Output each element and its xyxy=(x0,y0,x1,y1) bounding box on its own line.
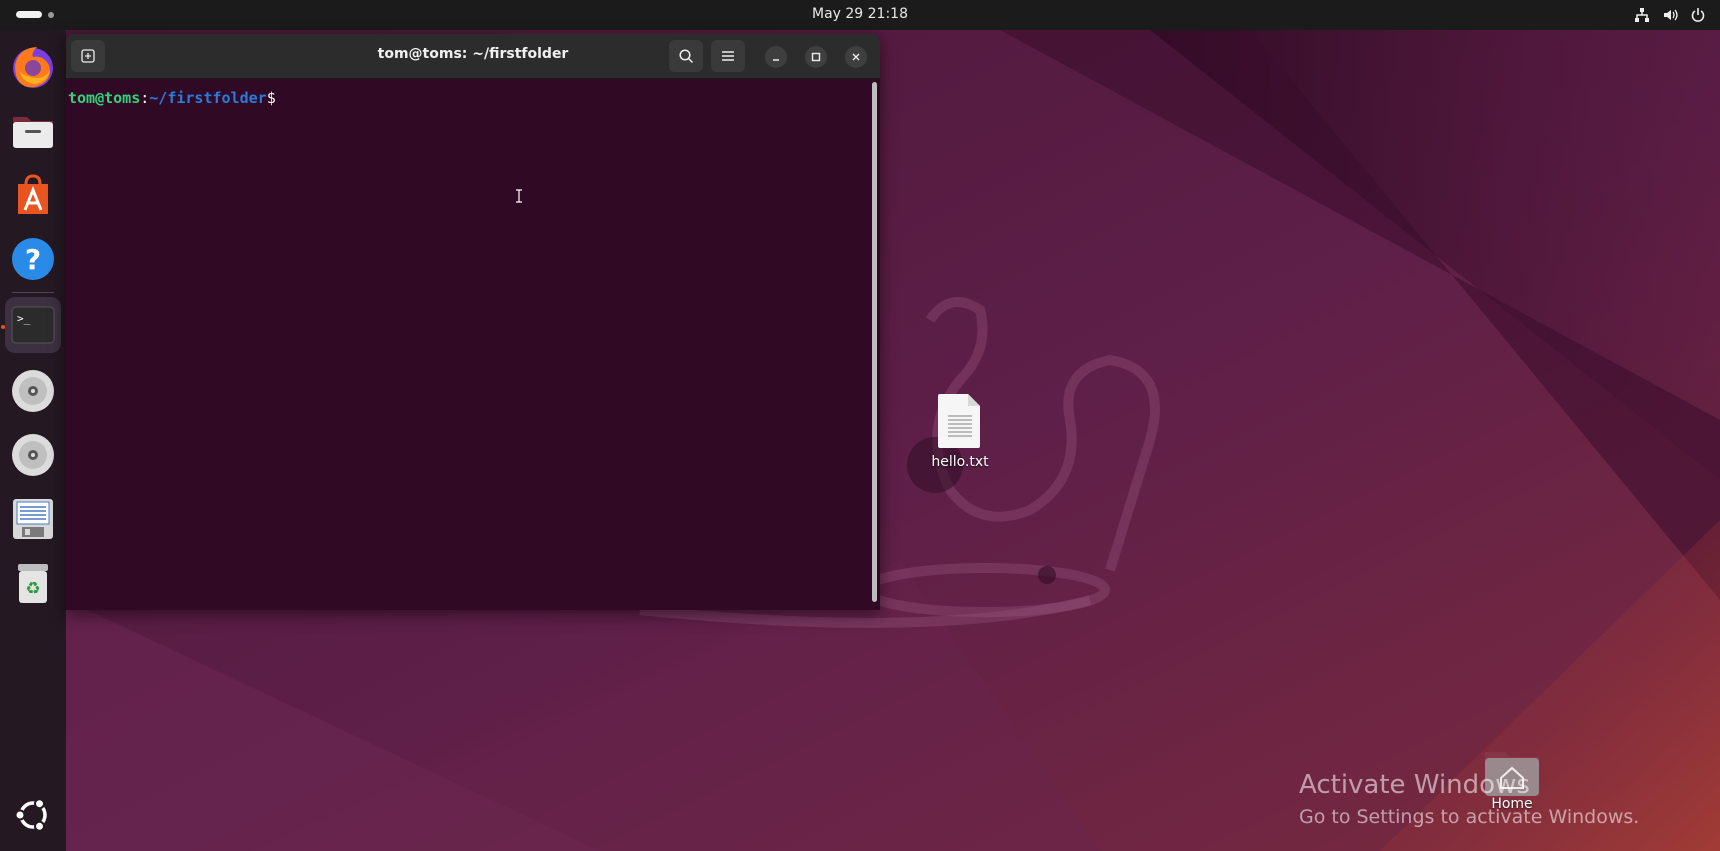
new-tab-button[interactable] xyxy=(71,40,105,72)
svg-text:>_: >_ xyxy=(17,312,31,325)
dock: ? >_ ♻ xyxy=(0,30,66,851)
terminal-header-bar[interactable]: tom@toms: ~/firstfolder xyxy=(66,34,880,79)
files-icon xyxy=(13,117,53,148)
window-title: tom@toms: ~/firstfolder xyxy=(377,46,569,62)
trash-icon: ♻ xyxy=(18,564,48,603)
maximize-icon xyxy=(811,52,821,62)
ubuntu-logo-icon xyxy=(14,798,47,832)
search-button[interactable] xyxy=(669,40,703,72)
dock-item-trash[interactable]: ♻ xyxy=(5,555,61,611)
prompt-path: ~/firstfolder xyxy=(149,89,267,107)
svg-text:?: ? xyxy=(25,243,41,276)
desktop-icon-label: hello.txt xyxy=(931,454,989,470)
dock-separator xyxy=(12,292,54,293)
dock-item-firefox[interactable] xyxy=(5,39,61,95)
text-cursor-icon xyxy=(516,189,522,203)
minimize-button[interactable] xyxy=(765,46,787,68)
clock[interactable]: May 29 21:18 xyxy=(812,6,908,22)
prompt-user: tom@toms xyxy=(68,89,141,107)
network-icon[interactable] xyxy=(1634,7,1650,23)
close-button[interactable] xyxy=(845,46,867,68)
desktop-icon-hello-txt[interactable]: hello.txt xyxy=(920,392,1000,470)
terminal-output[interactable]: tom@toms:~/firstfolder$ xyxy=(66,79,866,610)
workspace-indicator xyxy=(48,11,54,18)
firefox-icon xyxy=(13,47,53,88)
disc-icon xyxy=(12,434,54,476)
volume-icon[interactable] xyxy=(1662,7,1678,23)
close-icon xyxy=(852,53,860,61)
show-apps-button[interactable] xyxy=(5,787,61,843)
app-center-icon xyxy=(18,174,48,214)
running-indicator xyxy=(1,325,5,329)
dock-item-disc-1[interactable] xyxy=(5,363,61,419)
disc-icon xyxy=(12,370,54,412)
minimize-icon xyxy=(773,59,779,61)
watermark-subtitle: Go to Settings to activate Windows. xyxy=(1299,806,1640,828)
workspace-indicator-active xyxy=(16,11,42,18)
activate-windows-watermark: Activate Windows Go to Settings to activ… xyxy=(1299,770,1639,828)
terminal-icon: >_ xyxy=(11,306,55,344)
svg-text:♻: ♻ xyxy=(25,579,40,599)
power-icon[interactable] xyxy=(1690,7,1706,23)
watermark-title: Activate Windows xyxy=(1299,770,1530,800)
maximize-button[interactable] xyxy=(805,46,827,68)
search-icon xyxy=(679,49,694,64)
menu-button[interactable] xyxy=(711,40,745,72)
dock-item-app-center[interactable] xyxy=(5,167,61,223)
dock-item-disc-2[interactable] xyxy=(5,427,61,483)
dock-item-terminal[interactable]: >_ xyxy=(5,297,61,353)
activities-button[interactable] xyxy=(16,11,54,18)
top-bar: May 29 21:18 xyxy=(0,0,1720,30)
terminal-window[interactable]: tom@toms: ~/firstfolder tom@toms:~/first… xyxy=(66,34,880,610)
hamburger-menu-icon xyxy=(722,51,734,61)
dock-item-files[interactable] xyxy=(5,103,61,159)
terminal-scrollbar[interactable] xyxy=(872,82,877,602)
new-tab-icon xyxy=(81,49,95,63)
prompt-colon: : xyxy=(140,89,150,107)
prompt-dollar: $ xyxy=(266,89,276,107)
dock-item-help[interactable]: ? xyxy=(5,231,61,287)
text-file-icon xyxy=(938,394,980,448)
dock-item-save-disk[interactable] xyxy=(5,491,61,547)
system-tray[interactable] xyxy=(1634,7,1706,23)
floppy-icon xyxy=(13,499,53,539)
help-icon: ? xyxy=(12,238,54,280)
